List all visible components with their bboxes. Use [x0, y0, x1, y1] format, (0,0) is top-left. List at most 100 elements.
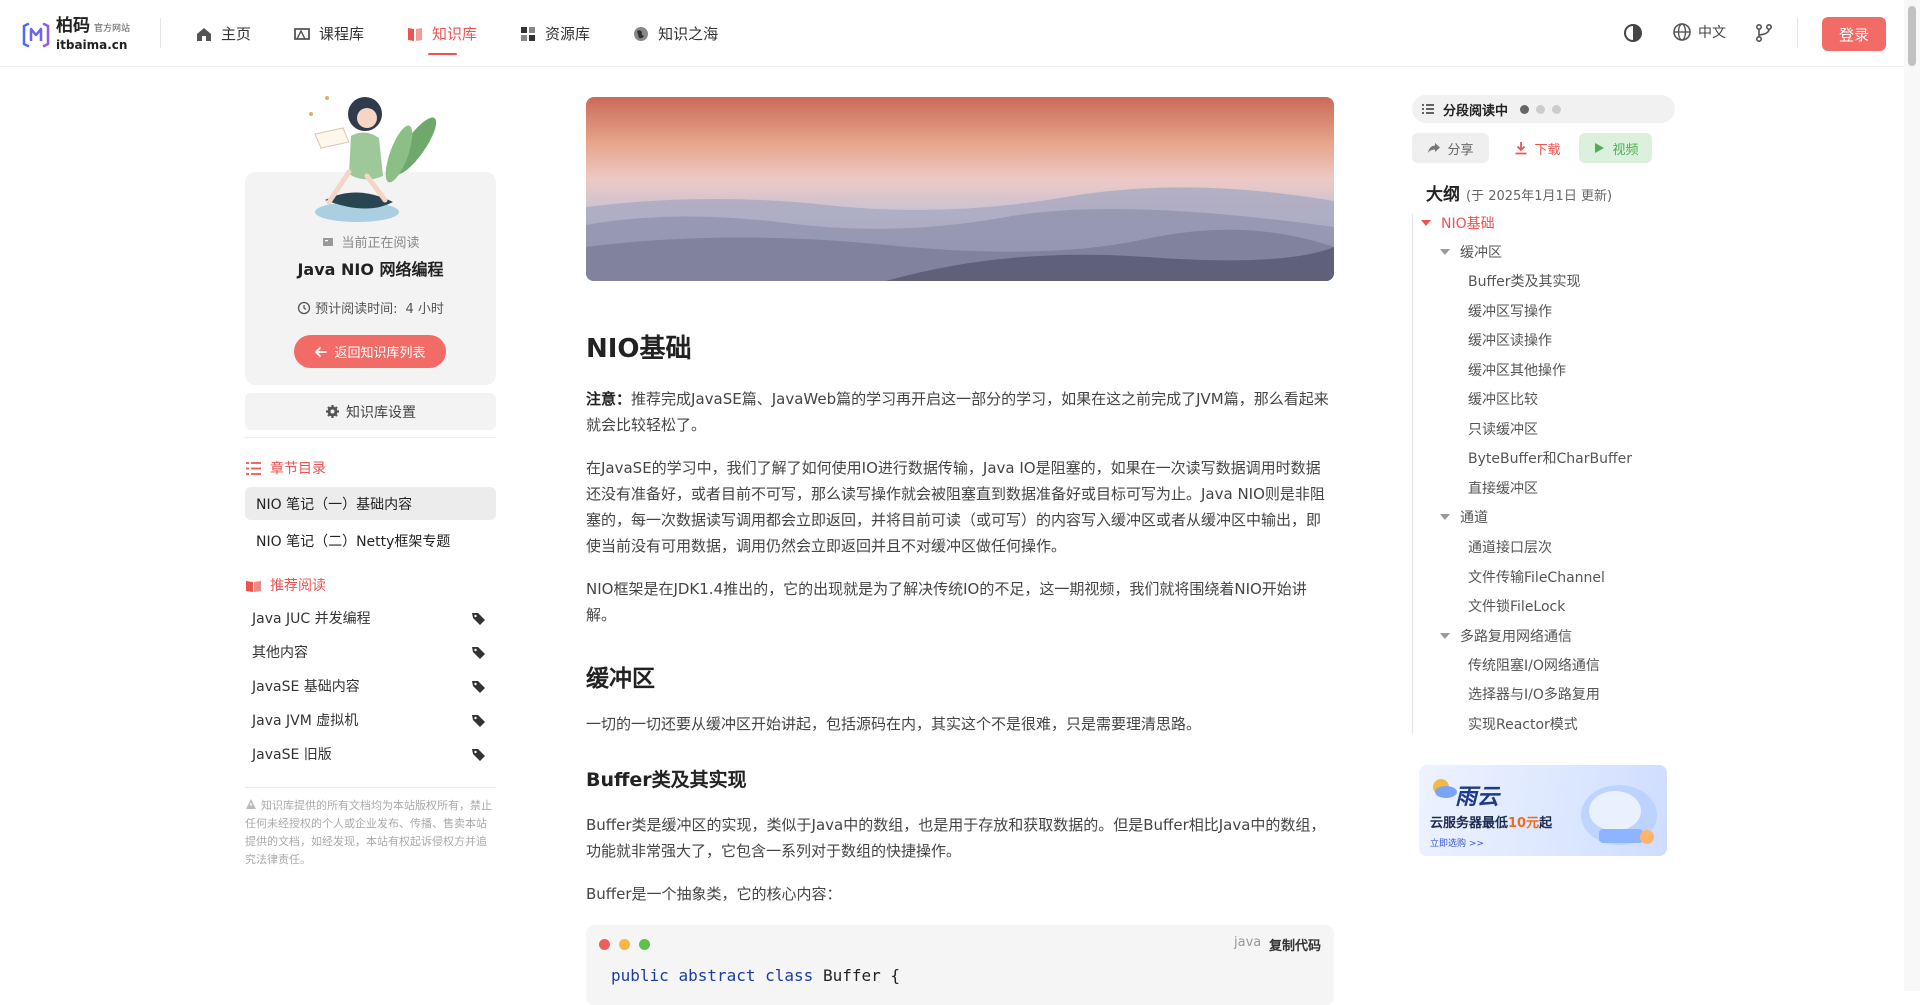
window-dot-green	[639, 939, 650, 950]
warning-icon	[246, 799, 256, 809]
list-icon	[246, 461, 261, 475]
tag-icon	[472, 714, 485, 727]
segment-reading-toggle[interactable]: 分段阅读中	[1412, 95, 1675, 123]
scrollbar-thumb[interactable]	[1908, 6, 1916, 66]
share-button[interactable]: 分享	[1412, 133, 1489, 163]
git-branch-icon[interactable]	[1753, 22, 1775, 44]
article-heading-2: 缓冲区	[586, 666, 655, 692]
outline-item[interactable]: ByteBuffer和CharBuffer	[1468, 448, 1632, 468]
outline-item[interactable]: 缓冲区读操作	[1468, 330, 1552, 350]
reading-girl-illustration	[309, 96, 437, 222]
login-button[interactable]: 登录	[1822, 17, 1886, 51]
chapter-section-title: 章节目录	[245, 458, 326, 478]
outline-item[interactable]: 文件锁FileLock	[1468, 596, 1565, 616]
nav-knowledge[interactable]: 知识库	[406, 0, 477, 67]
knowledge-settings-button[interactable]: 知识库设置	[245, 393, 496, 430]
recommend-title-label: 推荐阅读	[270, 578, 326, 594]
page-scrollbar[interactable]	[1904, 0, 1920, 991]
tag-icon	[472, 612, 485, 625]
segment-reading-label: 分段阅读中	[1443, 103, 1509, 119]
outline-item[interactable]: 只读缓冲区	[1468, 419, 1538, 439]
note-label: 注意：	[586, 390, 632, 408]
nav-courses[interactable]: 课程库	[293, 0, 364, 67]
top-navigation-bar: 柏码 官方网站 itbaima.cn 主页 课程库 知识库 资源库 知识之海 中…	[0, 0, 1920, 67]
chapter-item-2[interactable]: NIO 笔记（二）Netty框架专题	[245, 524, 496, 557]
disclaimer-text: 知识库提供的所有文档均为本站版权所有，禁止任何未经授权的个人或企业发布、传播、售…	[245, 799, 492, 866]
brand-official: 官方网站	[94, 24, 131, 34]
outline-item[interactable]: 文件传输FileChannel	[1468, 567, 1605, 587]
code-line: public abstract class Buffer {	[611, 966, 901, 985]
code-language: java	[1234, 935, 1262, 950]
outline-item[interactable]: 传统阻塞I/O网络通信	[1468, 655, 1600, 675]
outline-updated: (于 2025年1月1日 更新)	[1466, 189, 1613, 204]
recommend-item-label: Java JUC 并发编程	[252, 611, 371, 627]
recommend-item[interactable]: JavaSE 基础内容	[245, 671, 496, 701]
open-book-icon	[246, 580, 261, 592]
ad-brand: 雨云	[1455, 785, 1500, 810]
download-icon	[1515, 142, 1527, 155]
chapter-item-1[interactable]: NIO 笔记（一）基础内容	[245, 487, 496, 520]
reading-title: Java NIO 网络编程	[297, 260, 444, 279]
nav-courses-label: 课程库	[319, 25, 365, 43]
download-button[interactable]: 下载	[1497, 133, 1578, 163]
paragraph: Buffer是一个抽象类，它的核心内容：	[586, 885, 842, 903]
outline-item[interactable]: 通道接口层次	[1468, 537, 1552, 557]
copy-code-button[interactable]: 复制代码	[1269, 935, 1321, 954]
nav-resources-label: 资源库	[545, 25, 591, 43]
nav-home[interactable]: 主页	[195, 0, 251, 67]
globe-icon	[1673, 23, 1691, 41]
grid-icon	[521, 26, 536, 41]
chapter-title-label: 章节目录	[270, 461, 326, 477]
outline-item[interactable]: 通道	[1440, 507, 1488, 527]
note-text: 推荐完成JavaSE篇、JavaWeb篇的学习再开启这一部分的学习，如果在这之前…	[586, 390, 1329, 434]
advertisement-banner[interactable]: 雨云 云服务器最低10元起 立即选购 >>	[1419, 765, 1667, 856]
ad-slogan: 云服务器最低10元起	[1430, 816, 1553, 831]
chevron-down-icon	[1440, 514, 1450, 520]
recommend-item-label: JavaSE 旧版	[252, 747, 332, 763]
site-logo[interactable]: 柏码 官方网站 itbaima.cn	[22, 18, 130, 51]
globe-icon	[634, 26, 649, 41]
outline-item[interactable]: NIO基础	[1421, 213, 1495, 233]
settings-button-label: 知识库设置	[346, 403, 416, 420]
cloud-device-illustration	[1581, 785, 1657, 845]
window-dot-yellow	[619, 939, 630, 950]
paragraph: 一切的一切还要从缓冲区开始讲起，包括源码在内，其实这个不是很难，只是需要理清思路…	[586, 715, 1202, 733]
play-icon	[1595, 143, 1605, 153]
tag-icon	[472, 646, 485, 659]
outline-item[interactable]: 直接缓冲区	[1468, 478, 1538, 498]
back-button-label: 返回知识库列表	[334, 345, 426, 360]
outline-item[interactable]: Buffer类及其实现	[1468, 271, 1581, 291]
outline-item[interactable]: 多路复用网络通信	[1440, 626, 1572, 646]
gear-icon	[326, 405, 339, 418]
outline-item[interactable]: 缓冲区比较	[1468, 389, 1538, 409]
nav-resources[interactable]: 资源库	[519, 0, 590, 67]
video-button[interactable]: 视频	[1579, 133, 1652, 163]
nav-knowledge-sea[interactable]: 知识之海	[632, 0, 718, 67]
recommend-item[interactable]: Java JVM 虚拟机	[245, 705, 496, 735]
chevron-down-icon	[1440, 249, 1450, 255]
outline-item[interactable]: 缓冲区	[1440, 242, 1502, 262]
divider	[245, 787, 496, 788]
mountain-landscape-image	[586, 97, 1334, 281]
outline-item[interactable]: 缓冲区写操作	[1468, 301, 1552, 321]
recommend-item-label: Java JVM 虚拟机	[252, 713, 359, 729]
recommend-item[interactable]: 其他内容	[245, 637, 496, 667]
book-icon	[408, 27, 423, 41]
note-paragraph: 注意：推荐完成JavaSE篇、JavaWeb篇的学习再开启这一部分的学习，如果在…	[586, 386, 1334, 438]
language-selector[interactable]: 中文	[1672, 22, 1726, 42]
paragraph: Buffer类是缓冲区的实现，类似于Java中的数组，也是用于存放和获取数据的。…	[586, 816, 1326, 860]
theme-toggle-icon[interactable]	[1622, 22, 1644, 44]
outline-item[interactable]: 实现Reactor模式	[1468, 714, 1578, 734]
nav-knowledge-sea-label: 知识之海	[658, 25, 719, 43]
recommend-item[interactable]: Java JUC 并发编程	[245, 603, 496, 633]
back-to-list-button[interactable]: 返回知识库列表	[294, 335, 446, 368]
outline-item[interactable]: 选择器与I/O多路复用	[1468, 684, 1600, 704]
download-button-label: 下载	[1534, 141, 1561, 157]
chevron-down-icon	[1440, 633, 1450, 639]
brand-name: 柏码	[56, 16, 90, 36]
recommend-item-label: 其他内容	[252, 645, 308, 661]
share-icon	[1428, 143, 1441, 153]
tag-icon	[472, 680, 485, 693]
recommend-item[interactable]: JavaSE 旧版	[245, 739, 496, 769]
outline-item[interactable]: 缓冲区其他操作	[1468, 360, 1566, 380]
